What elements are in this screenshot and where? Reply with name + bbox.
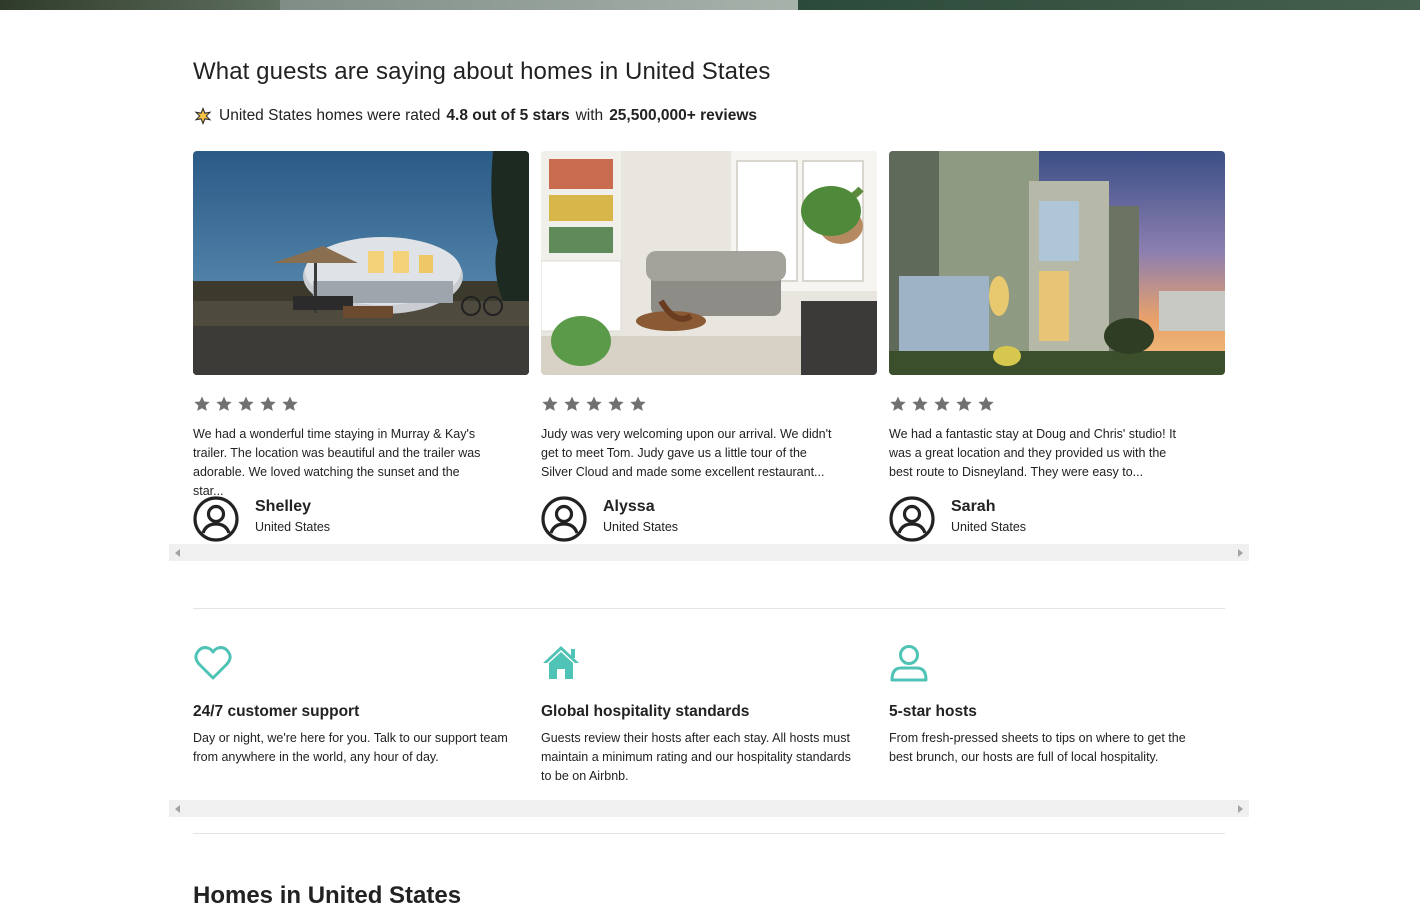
rating-middle: with xyxy=(575,107,604,124)
star-icon xyxy=(630,396,646,411)
star-icon xyxy=(586,396,602,411)
reviewer: Alyssa United States xyxy=(541,496,678,542)
star-icon xyxy=(912,396,928,411)
star-icon xyxy=(216,396,232,411)
star-icon xyxy=(238,396,254,411)
scroll-left-arrow-icon[interactable] xyxy=(175,549,180,557)
review-card[interactable]: Judy was very welcoming upon our arrival… xyxy=(541,151,877,542)
review-text[interactable]: We had a fantastic stay at Doug and Chri… xyxy=(889,425,1189,482)
hero-image-strip xyxy=(0,0,1420,10)
homes-section-title: Homes in United States xyxy=(193,882,462,909)
reviewer-name: Alyssa xyxy=(603,498,655,515)
rating-prefix: United States homes were rated xyxy=(219,107,441,124)
star-icon xyxy=(956,396,972,411)
listing-photo-living-room[interactable] xyxy=(541,151,877,375)
feature-title: 5-star hosts xyxy=(889,703,977,720)
star-rating xyxy=(541,395,647,413)
hero-image-right xyxy=(798,0,1420,10)
reviewer-country: United States xyxy=(951,520,1027,534)
rating-value: 4.8 out of 5 stars xyxy=(446,107,570,124)
reviewer: Sarah United States xyxy=(889,496,1026,542)
features-horizontal-scrollbar[interactable] xyxy=(169,800,1249,817)
reviewer-name: Shelley xyxy=(255,498,312,515)
reviewer-country: United States xyxy=(255,520,331,534)
feature-5-star-hosts: 5-star hosts From fresh-pressed sheets t… xyxy=(889,643,1209,764)
star-icon xyxy=(542,396,558,411)
star-icon xyxy=(608,396,624,411)
feature-description: Guests review their hosts after each sta… xyxy=(541,731,851,783)
rating-summary: United States homes were rated 4.8 out o… xyxy=(193,106,757,126)
feature-customer-support: 24/7 customer support Day or night, we'r… xyxy=(193,643,513,764)
heart-icon xyxy=(194,646,232,680)
user-avatar-icon xyxy=(193,496,239,542)
review-count: 25,500,000+ reviews xyxy=(609,107,757,124)
hero-image-left xyxy=(0,0,280,10)
listing-photo-house[interactable] xyxy=(889,151,1225,375)
star-icon xyxy=(282,396,298,411)
reviewer-country: United States xyxy=(603,520,679,534)
star-rating xyxy=(193,395,299,413)
star-rating xyxy=(889,395,995,413)
user-avatar-icon xyxy=(889,496,935,542)
sparkle-star-icon xyxy=(193,106,213,126)
scroll-left-arrow-icon[interactable] xyxy=(175,805,180,813)
feature-title: 24/7 customer support xyxy=(193,703,360,720)
feature-description: From fresh-pressed sheets to tips on whe… xyxy=(889,731,1186,764)
feature-title: Global hospitality standards xyxy=(541,703,750,720)
review-text[interactable]: Judy was very welcoming upon our arrival… xyxy=(541,425,841,482)
star-icon xyxy=(564,396,580,411)
review-card[interactable]: We had a wonderful time staying in Murra… xyxy=(193,151,529,542)
scroll-right-arrow-icon[interactable] xyxy=(1238,549,1243,557)
user-avatar-icon xyxy=(541,496,587,542)
section-divider xyxy=(193,833,1225,834)
hero-image-middle xyxy=(280,0,798,10)
reviewer-name: Sarah xyxy=(951,498,996,515)
star-icon xyxy=(194,396,210,411)
star-icon xyxy=(978,396,994,411)
person-icon xyxy=(890,645,928,682)
feature-description: Day or night, we're here for you. Talk t… xyxy=(193,731,508,764)
review-text[interactable]: We had a wonderful time staying in Murra… xyxy=(193,425,493,501)
listing-photo-trailer[interactable] xyxy=(193,151,529,375)
star-icon xyxy=(934,396,950,411)
star-icon xyxy=(260,396,276,411)
reviews-horizontal-scrollbar[interactable] xyxy=(169,544,1249,561)
feature-hospitality-standards: Global hospitality standards Guests revi… xyxy=(541,643,861,783)
section-divider xyxy=(193,608,1225,609)
review-card[interactable]: We had a fantastic stay at Doug and Chri… xyxy=(889,151,1225,542)
star-icon xyxy=(890,396,906,411)
house-icon xyxy=(543,646,579,679)
scroll-right-arrow-icon[interactable] xyxy=(1238,805,1243,813)
reviewer: Shelley United States xyxy=(193,496,330,542)
reviews-section-title: What guests are saying about homes in Un… xyxy=(193,58,771,85)
